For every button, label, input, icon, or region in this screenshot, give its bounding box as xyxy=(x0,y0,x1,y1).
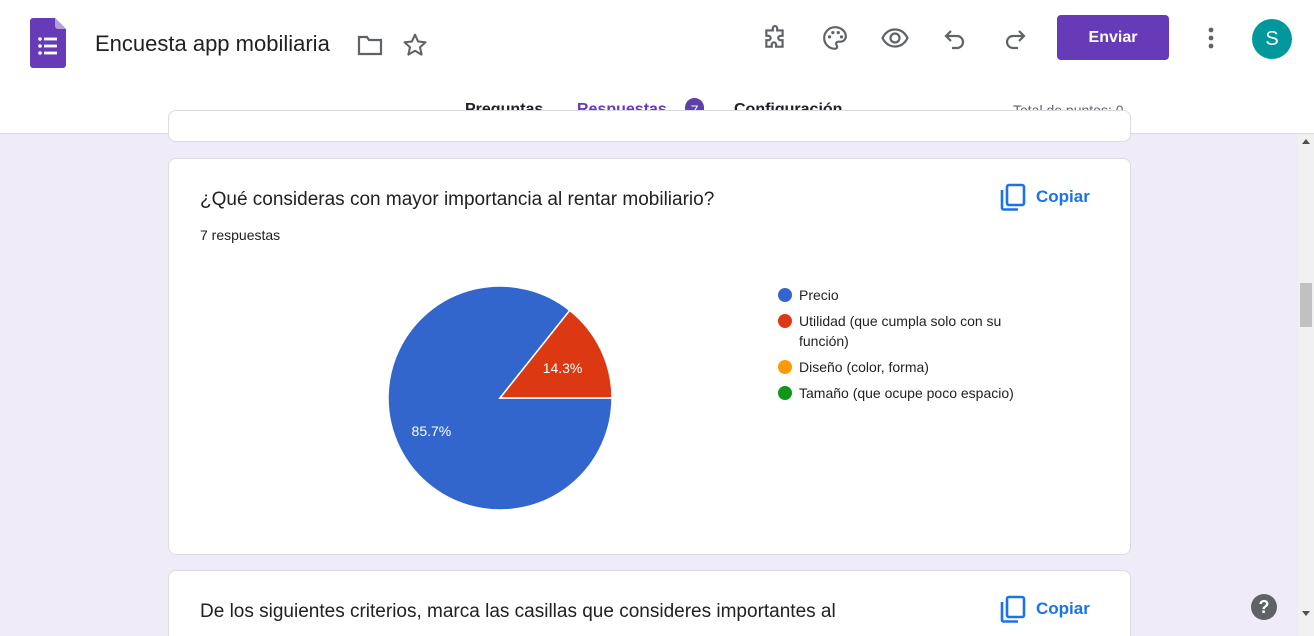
question-title: ¿Qué consideras con mayor importancia al… xyxy=(200,189,715,210)
legend-label: Precio xyxy=(799,287,839,303)
legend-item: Tamaño (que ocupe poco espacio) xyxy=(778,383,1038,403)
previous-question-card xyxy=(168,110,1131,142)
legend-label: Tamaño (que ocupe poco espacio) xyxy=(799,385,1014,401)
account-avatar[interactable]: S xyxy=(1252,19,1292,59)
scroll-up-arrow-icon[interactable] xyxy=(1301,138,1311,146)
legend-label: Diseño (color, forma) xyxy=(799,359,929,375)
preview-icon[interactable] xyxy=(875,18,915,58)
copy-icon xyxy=(1000,183,1026,211)
star-icon[interactable] xyxy=(395,25,435,65)
palette-icon[interactable] xyxy=(815,18,855,58)
help-icon[interactable]: ? xyxy=(1251,594,1277,620)
chart-legend: Precio Utilidad (que cumpla solo con su f… xyxy=(778,285,1038,409)
legend-color-dot xyxy=(778,314,792,328)
legend-label: Utilidad (que cumpla solo con su función… xyxy=(799,313,1002,349)
legend-color-dot xyxy=(778,288,792,302)
more-options-icon[interactable] xyxy=(1191,18,1231,58)
copy-chart-button-2[interactable]: Copiar xyxy=(1000,595,1090,623)
addons-icon[interactable] xyxy=(755,18,795,58)
copy-label: Copiar xyxy=(1036,599,1090,618)
legend-color-dot xyxy=(778,360,792,374)
google-forms-logo-icon[interactable] xyxy=(30,18,66,68)
pie-slice-label: 85.7% xyxy=(412,423,452,439)
send-button[interactable]: Enviar xyxy=(1057,15,1169,60)
legend-item: Precio xyxy=(778,285,1038,305)
scrollbar-track[interactable] xyxy=(1298,134,1314,636)
undo-icon[interactable] xyxy=(935,18,975,58)
legend-color-dot xyxy=(778,386,792,400)
pie-slice-label: 14.3% xyxy=(543,360,583,376)
copy-icon xyxy=(1000,595,1026,623)
question-summary-card-2: De los siguientes criterios, marca las c… xyxy=(168,570,1131,636)
legend-item: Diseño (color, forma) xyxy=(778,357,1038,377)
legend-item: Utilidad (que cumpla solo con su función… xyxy=(778,311,1038,351)
responses-pie-chart: 85.7% 14.3% xyxy=(387,285,613,511)
response-count: 7 respuestas xyxy=(200,227,281,243)
redo-icon[interactable] xyxy=(995,18,1035,58)
form-title[interactable]: Encuesta app mobiliaria xyxy=(95,31,330,57)
copy-label: Copiar xyxy=(1036,187,1090,206)
question-title-2: De los siguientes criterios, marca las c… xyxy=(200,601,836,622)
scrollbar-thumb[interactable] xyxy=(1300,283,1312,327)
folder-icon[interactable] xyxy=(350,25,390,65)
copy-chart-button[interactable]: Copiar xyxy=(1000,183,1090,211)
scroll-down-arrow-icon[interactable] xyxy=(1301,609,1311,617)
